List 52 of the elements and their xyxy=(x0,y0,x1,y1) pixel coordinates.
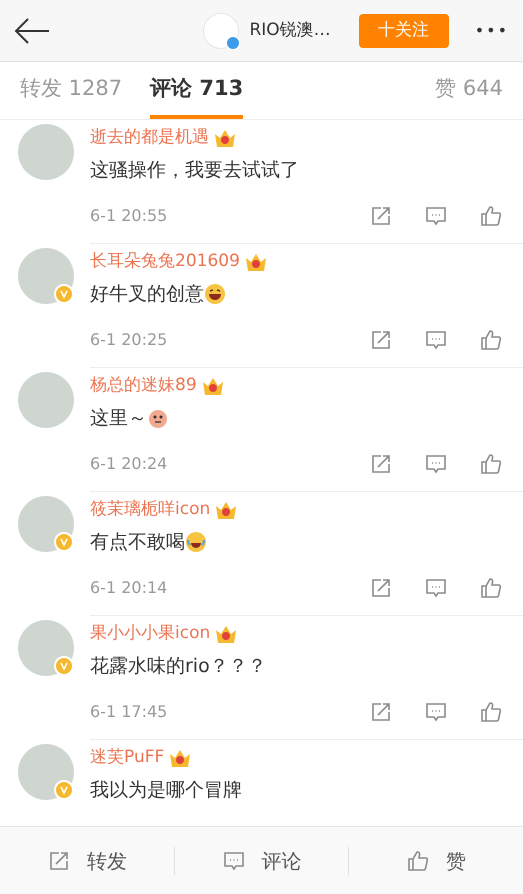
username[interactable]: 筱茉璃栀咩icon xyxy=(90,497,210,523)
bottom-action-button[interactable]: 评论 xyxy=(174,846,348,876)
comment-icon[interactable] xyxy=(424,700,448,724)
repost-icon[interactable] xyxy=(369,700,393,724)
verified-badge-icon xyxy=(226,36,240,50)
thumbs-up-icon[interactable] xyxy=(479,328,503,352)
comment-text: 这骚操作，我要去试试了 xyxy=(90,158,299,183)
crying-laughing-emoji-icon xyxy=(185,531,207,553)
tab[interactable]: 评论 713 xyxy=(150,62,244,119)
more-button[interactable]: ••• xyxy=(474,18,509,42)
back-arrow-icon[interactable] xyxy=(14,16,50,44)
comment-time: 6-1 20:14 xyxy=(90,577,168,599)
comment-text: 这里～ xyxy=(90,406,147,431)
username[interactable]: 杨总的迷妹89 xyxy=(90,373,197,399)
thumbs-up-icon[interactable] xyxy=(406,848,430,872)
comment-icon[interactable] xyxy=(424,204,448,228)
comment-text: 花露水味的rio？？？ xyxy=(90,654,267,679)
verified-badge-icon xyxy=(54,780,74,800)
comment-icon[interactable] xyxy=(424,328,448,352)
verified-badge-icon xyxy=(54,284,74,304)
comment-time: 6-1 20:55 xyxy=(90,205,168,227)
account-avatar[interactable] xyxy=(203,12,240,48)
tab[interactable]: 赞 644 xyxy=(435,62,503,119)
comment-icon[interactable] xyxy=(424,576,448,600)
username[interactable]: 迷芙PuFF xyxy=(90,745,164,771)
verified-badge-icon xyxy=(54,532,74,552)
thumbs-up-icon[interactable] xyxy=(479,576,503,600)
username[interactable]: 果小小小果icon xyxy=(90,621,210,647)
creature-emoji-icon xyxy=(147,407,169,429)
bottom-action-button[interactable]: 转发 xyxy=(0,846,174,876)
tab[interactable]: 转发 1287 xyxy=(20,62,122,119)
comment-text: 好牛叉的创意 xyxy=(90,282,204,307)
comment-time: 6-1 20:24 xyxy=(90,453,168,475)
comment-text: 有点不敢喝 xyxy=(90,530,185,555)
repost-icon[interactable] xyxy=(369,576,393,600)
username[interactable]: 长耳朵兔兔201609 xyxy=(90,249,240,275)
comment-time: 6-1 20:25 xyxy=(90,329,168,351)
account-name[interactable]: RIO锐澳… xyxy=(249,18,331,44)
follow-button[interactable]: 十关注 xyxy=(358,14,449,48)
laughing-emoji-icon xyxy=(204,283,226,305)
repost-icon[interactable] xyxy=(369,452,393,476)
repost-icon[interactable] xyxy=(369,328,393,352)
repost-icon[interactable] xyxy=(369,204,393,228)
verified-badge-icon xyxy=(54,656,74,676)
thumbs-up-icon[interactable] xyxy=(479,700,503,724)
thumbs-up-icon[interactable] xyxy=(479,452,503,476)
bottom-action-button[interactable]: 赞 xyxy=(349,846,523,876)
comment-text: 我以为是哪个冒牌 xyxy=(90,778,242,803)
comment-time: 6-1 17:45 xyxy=(90,701,168,723)
thumbs-up-icon[interactable] xyxy=(479,204,503,228)
username[interactable]: 逝去的都是机遇 xyxy=(90,125,209,151)
comment-icon[interactable] xyxy=(424,452,448,476)
